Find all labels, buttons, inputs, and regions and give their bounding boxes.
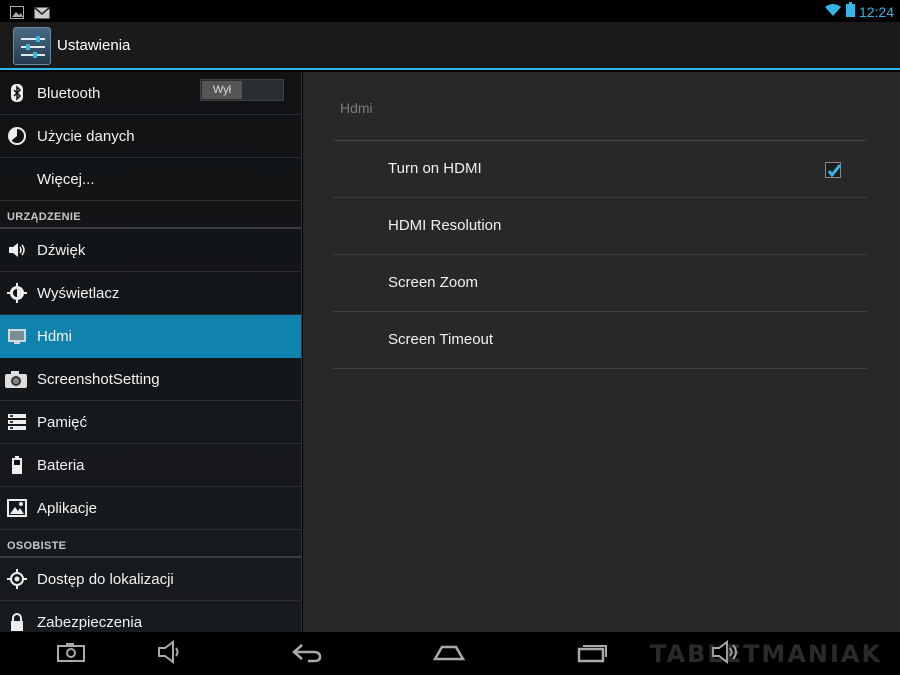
gmail-notification-icon[interactable] — [34, 4, 50, 23]
gallery-notification-icon[interactable] — [10, 4, 24, 23]
sidebar-item-storage[interactable]: Pamięć — [0, 401, 301, 444]
checkmark-icon — [827, 164, 842, 178]
sidebar-item-label: Użycie danych — [37, 127, 135, 145]
data-usage-icon — [7, 126, 27, 146]
sidebar-item-apps[interactable]: Aplikacje — [0, 487, 301, 530]
display-icon — [7, 283, 27, 303]
pref-label: Screen Zoom — [388, 274, 479, 291]
lock-icon — [7, 612, 27, 632]
sidebar-item-label: Hdmi — [37, 327, 73, 345]
status-clock: 12:24 — [858, 3, 894, 20]
battery-icon — [845, 2, 855, 21]
sidebar-item-label: Dźwięk — [37, 241, 86, 259]
pref-label: Turn on HDMI — [388, 160, 482, 177]
pref-hdmi-resolution[interactable]: HDMI Resolution — [333, 198, 867, 255]
sidebar-item-label: ScreenshotSetting — [37, 370, 160, 388]
section-header-device: URZĄDZENIE — [0, 201, 301, 229]
sidebar-item-location[interactable]: Dostęp do lokalizacji — [0, 558, 301, 601]
sidebar-item-label: Wyświetlacz — [37, 284, 120, 302]
sidebar-item-label: Aplikacje — [37, 499, 98, 517]
section-header-personal: OSOBISTE — [0, 530, 301, 558]
home-icon[interactable] — [432, 640, 466, 668]
sidebar-item-sound[interactable]: Dźwięk — [0, 229, 301, 272]
sidebar-item-screenshot-setting[interactable]: ScreenshotSetting — [0, 358, 301, 401]
apps-icon — [7, 498, 27, 518]
pref-screen-timeout[interactable]: Screen Timeout — [333, 312, 867, 369]
bluetooth-icon — [7, 83, 27, 103]
sidebar-item-label: Bateria — [37, 456, 85, 474]
storage-icon — [7, 412, 27, 432]
volume-down-icon[interactable] — [156, 640, 190, 668]
sidebar-item-label: Zabezpieczenia — [37, 613, 143, 631]
pref-turn-on-hdmi[interactable]: Turn on HDMI — [333, 141, 867, 198]
sound-icon — [7, 240, 27, 260]
back-icon[interactable] — [290, 640, 324, 668]
sidebar-item-security[interactable]: Zabezpieczenia — [0, 601, 301, 632]
action-bar: Ustawienia — [0, 22, 900, 70]
bluetooth-toggle-state: Wył — [202, 81, 242, 99]
pref-label: Screen Timeout — [388, 331, 494, 348]
sidebar-item-label: Bluetooth — [37, 84, 101, 102]
sidebar-item-data-usage[interactable]: Użycie danych — [0, 115, 301, 158]
pref-screen-zoom[interactable]: Screen Zoom — [333, 255, 867, 312]
location-icon — [7, 569, 27, 589]
wifi-icon — [824, 2, 842, 21]
sidebar-item-label: Więcej... — [37, 170, 95, 188]
hdmi-settings-panel: Hdmi Turn on HDMI HDMI Resolution Screen… — [303, 72, 900, 632]
pref-label: HDMI Resolution — [388, 217, 502, 234]
screenshot-icon[interactable] — [56, 640, 90, 668]
sidebar-item-hdmi[interactable]: Hdmi — [0, 315, 301, 358]
sidebar-item-label: Dostęp do lokalizacji — [37, 570, 174, 588]
pane-title: Hdmi — [340, 100, 373, 116]
status-bar: 12:24 — [0, 0, 900, 22]
recent-apps-icon[interactable] — [576, 640, 610, 668]
settings-sliders-icon[interactable] — [13, 27, 51, 65]
sidebar-item-label: Pamięć — [37, 413, 88, 431]
bluetooth-toggle[interactable]: Wył — [200, 79, 284, 101]
hdmi-checkbox[interactable] — [825, 162, 842, 178]
sidebar-item-battery[interactable]: Bateria — [0, 444, 301, 487]
battery-setting-icon — [7, 455, 27, 475]
camera-icon — [5, 369, 27, 389]
sidebar-item-bluetooth[interactable]: Bluetooth Wył — [0, 72, 301, 115]
sidebar-item-more[interactable]: Więcej... — [0, 158, 301, 201]
page-title: Ustawienia — [57, 37, 131, 54]
sidebar-item-display[interactable]: Wyświetlacz — [0, 272, 301, 315]
watermark: TABLETMANIAK — [650, 640, 883, 668]
hdmi-icon — [7, 326, 27, 346]
settings-category-list: Bluetooth Wył Użycie danych Więcej... UR… — [0, 72, 302, 632]
